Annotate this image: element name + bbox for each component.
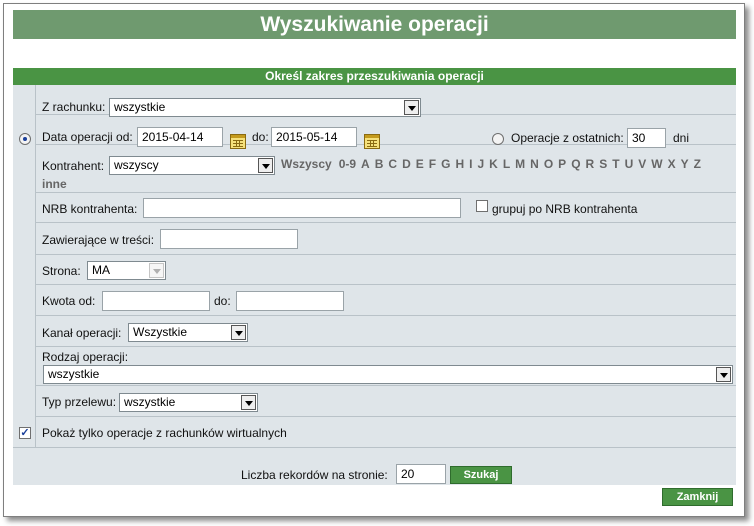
letter-link[interactable]: W	[651, 157, 662, 171]
recent-days-unit: dni	[673, 131, 690, 145]
letter-link[interactable]: G	[441, 157, 450, 171]
contractor-alphabet: Wszyscy 0-9 A B C D E F G H I J K L M N O P Q R S T U V W X Y Z	[281, 157, 706, 171]
letter-link[interactable]: Y	[681, 157, 689, 171]
row-divider	[36, 346, 736, 347]
contains-label: Zawierające w treści:	[42, 233, 155, 247]
amount-to-input[interactable]	[236, 291, 344, 311]
channel-select-value: Wszystkie	[133, 325, 187, 339]
side-select[interactable]: MA	[87, 261, 166, 280]
letter-link[interactable]: C	[388, 157, 397, 171]
letter-link-other[interactable]: inne	[42, 177, 67, 191]
records-per-page-label: Liczba rekordów na stronie:	[241, 468, 388, 482]
nrb-label: NRB kontrahenta:	[42, 202, 138, 216]
calendar-icon[interactable]	[364, 134, 380, 149]
amount-to-label: do:	[214, 294, 231, 308]
letter-link[interactable]: V	[638, 157, 646, 171]
op-type-select[interactable]: wszystkie	[43, 365, 733, 384]
contractor-select-value: wszyscy	[114, 158, 159, 172]
group-nrb-label: grupuj po NRB kontrahenta	[492, 202, 638, 216]
chevron-down-icon[interactable]	[716, 367, 731, 382]
letter-link[interactable]: Wszyscy	[281, 157, 332, 171]
channel-label: Kanał operacji:	[42, 326, 122, 340]
date-to-label: do:	[252, 130, 269, 144]
transfer-type-label: Typ przelewu:	[42, 395, 117, 409]
letter-link[interactable]: A	[361, 157, 370, 171]
row-divider	[36, 222, 736, 223]
virtual-accounts-label: Pokaż tylko operacje z rachunków wirtual…	[42, 426, 287, 440]
letter-link[interactable]: Z	[694, 157, 701, 171]
recent-days-radio[interactable]	[492, 133, 504, 145]
letter-link[interactable]: R	[586, 157, 595, 171]
account-select-value: wszystkie	[114, 100, 166, 114]
letter-link[interactable]: L	[503, 157, 510, 171]
side-label: Strona:	[42, 264, 81, 278]
amount-from-label: Kwota od:	[42, 294, 96, 308]
row-divider	[36, 254, 736, 255]
date-range-radio[interactable]	[19, 133, 31, 145]
letter-link[interactable]: K	[489, 157, 498, 171]
letter-link[interactable]: B	[375, 157, 384, 171]
chevron-down-icon[interactable]	[231, 325, 246, 340]
contractor-label: Kontrahent:	[42, 159, 105, 173]
op-type-select-value: wszystkie	[48, 367, 100, 381]
account-select[interactable]: wszystkie	[109, 98, 421, 117]
section-header: Określ zakres przeszukiwania operacji	[13, 68, 736, 85]
letter-link[interactable]: H	[455, 157, 464, 171]
virtual-accounts-checkbox[interactable]: ✓	[19, 427, 31, 439]
amount-from-input[interactable]	[102, 291, 210, 311]
recent-days-input[interactable]: 30	[627, 128, 666, 148]
letter-link[interactable]: Q	[571, 157, 580, 171]
row-divider	[36, 416, 736, 417]
letter-link[interactable]: T	[612, 157, 619, 171]
letter-link[interactable]: N	[530, 157, 539, 171]
contains-input[interactable]	[160, 229, 298, 249]
letter-link[interactable]: X	[668, 157, 676, 171]
letter-link[interactable]: 0-9	[339, 157, 356, 171]
transfer-type-select-value: wszystkie	[124, 395, 176, 409]
chevron-down-icon[interactable]	[258, 158, 273, 173]
letter-link[interactable]: E	[416, 157, 424, 171]
close-button[interactable]: Zamknij	[662, 488, 733, 506]
side-select-value: MA	[92, 263, 110, 277]
letter-link[interactable]: M	[515, 157, 525, 171]
channel-select[interactable]: Wszystkie	[128, 323, 248, 342]
row-divider	[36, 192, 736, 193]
date-to-input[interactable]: 2015-05-14	[271, 127, 357, 147]
calendar-icon[interactable]	[230, 134, 246, 149]
date-from-label: Data operacji od:	[42, 130, 133, 144]
letter-link[interactable]: U	[625, 157, 634, 171]
letter-link[interactable]: F	[429, 157, 436, 171]
search-form: Z rachunku: wszystkie Data operacji od: …	[13, 85, 736, 485]
letter-link[interactable]: O	[544, 157, 553, 171]
letter-link[interactable]: I	[469, 157, 472, 171]
op-type-label: Rodzaj operacji:	[42, 350, 129, 364]
chevron-down-icon[interactable]	[149, 263, 164, 278]
group-nrb-checkbox[interactable]	[476, 200, 488, 212]
row-divider	[36, 315, 736, 316]
row-divider	[36, 385, 736, 386]
account-label: Z rachunku:	[42, 100, 106, 114]
transfer-type-select[interactable]: wszystkie	[119, 393, 258, 412]
recent-days-label: Operacje z ostatnich:	[511, 131, 624, 145]
letter-link[interactable]: S	[599, 157, 607, 171]
contractor-select[interactable]: wszyscy	[109, 156, 275, 175]
records-per-page-input[interactable]: 20	[396, 464, 446, 484]
date-from-input[interactable]: 2015-04-14	[137, 127, 223, 147]
row-divider	[13, 447, 736, 448]
chevron-down-icon[interactable]	[404, 100, 419, 115]
window-title: Wyszukiwanie operacji	[13, 10, 736, 39]
search-operations-window: Wyszukiwanie operacji Określ zakres prze…	[3, 3, 745, 517]
letter-link[interactable]: D	[402, 157, 411, 171]
nrb-input[interactable]	[143, 198, 461, 218]
letter-link[interactable]: J	[477, 157, 484, 171]
chevron-down-icon[interactable]	[241, 395, 256, 410]
letter-link[interactable]: P	[558, 157, 566, 171]
search-button[interactable]: Szukaj	[450, 466, 512, 484]
row-divider	[36, 284, 736, 285]
